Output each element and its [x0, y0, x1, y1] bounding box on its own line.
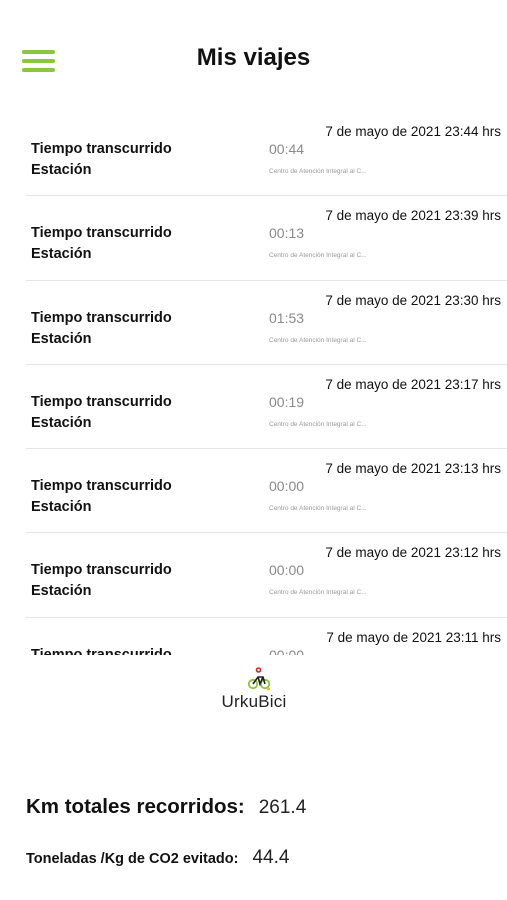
- co2-avoided-label: Toneladas /Kg de CO2 evitado:: [26, 851, 239, 867]
- elapsed-time-label: Tiempo transcurrido: [31, 309, 172, 326]
- elapsed-time-label: Tiempo transcurrido: [31, 562, 172, 579]
- trip-duration: 00:00: [269, 646, 305, 655]
- trip-row[interactable]: 7 de mayo de 2021 23:11 hrs Tiempo transc…: [26, 618, 507, 655]
- total-km-stat: Km totales recorridos: 261.4: [26, 795, 306, 819]
- trip-list[interactable]: 7 de mayo de 2021 23:44 hrs Tiempo transc…: [26, 112, 507, 655]
- elapsed-time-label: Tiempo transcurrido: [31, 393, 172, 410]
- trip-date: 7 de mayo de 2021 23:30 hrs: [325, 292, 501, 308]
- trip-date: 7 de mayo de 2021 23:44 hrs: [325, 124, 501, 139]
- trip-row[interactable]: 7 de mayo de 2021 23:17 hrs Tiempo transc…: [26, 365, 507, 450]
- trip-duration: 00:44: [269, 141, 305, 157]
- station-name: Centro de Atención Integral al C...: [269, 420, 367, 428]
- trip-duration: 00:19: [269, 393, 305, 410]
- trip-duration: 00:13: [269, 225, 305, 242]
- elapsed-time-label: Tiempo transcurrido: [31, 225, 172, 242]
- total-km-label: Km totales recorridos:: [26, 795, 245, 818]
- trip-row[interactable]: 7 de mayo de 2021 23:39 hrs Tiempo transc…: [26, 196, 507, 281]
- trip-date: 7 de mayo de 2021 23:13 hrs: [325, 461, 501, 477]
- trip-duration: 00:00: [269, 562, 305, 579]
- trip-duration: 00:00: [269, 478, 305, 495]
- station-label: Estación: [31, 414, 92, 431]
- trip-date: 7 de mayo de 2021 23:12 hrs: [325, 545, 501, 561]
- station-name: Centro de Atención Integral al C...: [269, 168, 367, 175]
- trip-duration: 01:53: [269, 309, 305, 326]
- station-name: Centro de Atención Integral al C...: [269, 252, 367, 260]
- station-label: Estación: [31, 583, 92, 600]
- elapsed-time-label: Tiempo transcurrido: [31, 646, 172, 655]
- logo-text: UrkuBici: [221, 692, 287, 711]
- station-name: Centro de Atención Integral al C...: [269, 505, 367, 513]
- station-name: Centro de Atención Integral al C...: [269, 589, 367, 597]
- trip-row[interactable]: 7 de mayo de 2021 23:12 hrs Tiempo transc…: [26, 533, 507, 618]
- trip-date: 7 de mayo de 2021 23:17 hrs: [325, 376, 501, 392]
- urkubici-logo: UrkuBici: [214, 666, 294, 716]
- station-label: Estación: [31, 499, 92, 516]
- trip-row[interactable]: 7 de mayo de 2021 23:30 hrs Tiempo transc…: [26, 281, 507, 365]
- app-header: Mis viajes: [0, 0, 507, 112]
- co2-avoided-stat: Toneladas /Kg de CO2 evitado: 44.4: [26, 847, 289, 869]
- total-km-value: 261.4: [258, 797, 307, 818]
- station-label: Estación: [31, 246, 92, 263]
- trip-date: 7 de mayo de 2021 23:11 hrs: [326, 629, 501, 645]
- page-title: Mis viajes: [196, 44, 311, 71]
- station-name: Centro de Atención Integral al C...: [269, 336, 367, 344]
- station-label: Estación: [31, 330, 92, 347]
- bicycle-icon: [248, 667, 270, 691]
- trip-row[interactable]: 7 de mayo de 2021 23:13 hrs Tiempo transc…: [26, 449, 507, 534]
- co2-avoided-value: 44.4: [252, 847, 290, 868]
- elapsed-time-label: Tiempo transcurrido: [31, 478, 172, 495]
- elapsed-time-label: Tiempo transcurrido: [31, 141, 172, 157]
- trip-row[interactable]: 7 de mayo de 2021 23:44 hrs Tiempo transc…: [26, 112, 507, 197]
- trip-date: 7 de mayo de 2021 23:39 hrs: [325, 208, 501, 224]
- station-label: Estación: [31, 162, 92, 178]
